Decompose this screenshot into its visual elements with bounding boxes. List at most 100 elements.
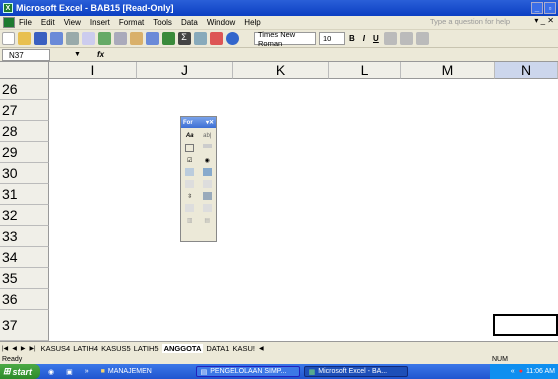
close-icon[interactable]: ▾✕ — [206, 119, 214, 126]
chevron-down-icon[interactable]: ▼ — [74, 51, 81, 58]
sheet-tab-latih4[interactable]: LATIH4 — [73, 344, 98, 353]
tab-next-icon[interactable]: ▶ — [21, 345, 26, 352]
combo-dropdown-icon[interactable] — [202, 180, 212, 188]
underline-button[interactable]: U — [373, 34, 379, 43]
row-header[interactable]: 30 — [0, 163, 49, 184]
active-cell-n37[interactable] — [493, 314, 558, 336]
minimize-button[interactable]: _ — [531, 2, 543, 14]
align-center-icon[interactable] — [400, 32, 414, 45]
row-header[interactable]: 29 — [0, 142, 49, 163]
print-icon[interactable] — [65, 32, 79, 45]
menu-help[interactable]: Help — [244, 18, 260, 27]
align-left-icon[interactable] — [384, 32, 398, 45]
help-icon[interactable] — [225, 32, 239, 45]
excel-app-icon[interactable]: X — [3, 3, 13, 13]
column-header-k[interactable]: K — [233, 62, 329, 79]
sort-icon[interactable] — [193, 32, 207, 45]
column-header-l[interactable]: L — [329, 62, 401, 79]
row-header[interactable]: 27 — [0, 100, 49, 121]
restore-button[interactable]: ▫ — [544, 2, 556, 14]
paste-icon[interactable] — [129, 32, 143, 45]
copy-icon[interactable] — [113, 32, 127, 45]
tab-first-icon[interactable]: |◀ — [2, 345, 8, 352]
menu-format[interactable]: Format — [119, 18, 144, 27]
list-box-icon[interactable] — [185, 168, 195, 176]
combo-list-icon[interactable] — [185, 180, 195, 188]
align-right-icon[interactable] — [416, 32, 430, 45]
row-header[interactable]: 37 — [0, 310, 49, 341]
workbook-controls[interactable]: ▾ _ ✕ — [534, 16, 554, 25]
row-header[interactable]: 31 — [0, 184, 49, 205]
name-box[interactable]: N37 — [2, 48, 50, 61]
menu-file[interactable]: File — [19, 18, 32, 27]
menu-window[interactable]: Window — [207, 18, 235, 27]
button-icon[interactable] — [202, 144, 212, 148]
save-icon[interactable] — [33, 32, 47, 45]
font-name-select[interactable]: Times New Roman — [254, 30, 316, 48]
horizontal-scroll-left[interactable]: ◀ — [259, 345, 264, 352]
hyperlink-icon[interactable] — [161, 32, 175, 45]
spinner-icon[interactable] — [202, 192, 212, 200]
chart-wizard-icon[interactable] — [209, 32, 223, 45]
bold-button[interactable]: B — [349, 34, 355, 43]
tray-alert-icon[interactable]: ● — [519, 368, 523, 375]
cell-grid[interactable] — [49, 79, 558, 341]
forms-toolbar[interactable]: For ▾✕ Aa ab| ☑ ◉ ⇳ ▥ ▤ — [180, 116, 217, 242]
sheet-tab-data1[interactable]: DATA1 — [206, 344, 229, 353]
sheet-tab-kasus4[interactable]: KASUS4 — [41, 344, 71, 353]
sheet-tab-latih5[interactable]: LATIH5 — [134, 344, 159, 353]
quick-launch-desktop-icon[interactable]: ▣ — [62, 366, 77, 377]
combo-box-icon[interactable] — [202, 168, 212, 176]
autosum-icon[interactable]: Σ — [177, 32, 191, 45]
quick-launch-ie-icon[interactable]: ◉ — [44, 366, 58, 377]
row-header[interactable]: 26 — [0, 79, 49, 100]
new-icon[interactable] — [1, 32, 15, 45]
row-header[interactable]: 35 — [0, 268, 49, 289]
group-box-icon[interactable] — [185, 144, 195, 152]
clock[interactable]: 11:06 AM — [526, 368, 555, 375]
sheet-tab-kasu[interactable]: KASU! — [232, 344, 255, 353]
taskbar-item-excel[interactable]: ▦ Microsoft Excel - BA... — [303, 366, 408, 377]
row-header[interactable]: 33 — [0, 226, 49, 247]
tab-prev-icon[interactable]: ◀ — [12, 345, 17, 352]
column-header-i[interactable]: I — [49, 62, 137, 79]
fx-icon[interactable]: fx — [97, 50, 104, 59]
sheet-tab-kasus5[interactable]: KASUS5 — [101, 344, 131, 353]
row-header[interactable]: 32 — [0, 205, 49, 226]
italic-button[interactable]: I — [363, 34, 365, 43]
menu-edit[interactable]: Edit — [41, 18, 55, 27]
font-size-select[interactable]: 10 — [319, 32, 345, 45]
control-properties-icon[interactable] — [185, 204, 195, 212]
taskbar-item-manajemen[interactable]: ■ MANAJEMEN — [97, 366, 182, 377]
start-button[interactable]: ⊞ start — [0, 364, 40, 379]
quick-launch-more-icon[interactable]: » — [81, 366, 93, 377]
tab-last-icon[interactable]: ▶| — [29, 345, 35, 352]
menu-view[interactable]: View — [64, 18, 81, 27]
column-header-m[interactable]: M — [401, 62, 495, 79]
column-header-j[interactable]: J — [137, 62, 233, 79]
toggle-grid-icon[interactable]: ▥ — [185, 216, 194, 224]
label-icon[interactable]: Aa — [185, 132, 194, 140]
open-icon[interactable] — [17, 32, 31, 45]
row-header[interactable]: 28 — [0, 121, 49, 142]
taskbar-item-pengelolaan[interactable]: ▤ PENGELOLAAN SIMP... — [195, 366, 300, 377]
sheet-tab-anggota[interactable]: ANGGOTA — [161, 343, 204, 353]
menu-insert[interactable]: Insert — [90, 18, 110, 27]
edit-code-icon[interactable] — [202, 204, 212, 212]
undo-icon[interactable] — [145, 32, 159, 45]
menu-tools[interactable]: Tools — [153, 18, 172, 27]
print-preview-icon[interactable] — [81, 32, 95, 45]
tray-expand-icon[interactable]: « — [511, 368, 515, 375]
option-button-icon[interactable]: ◉ — [203, 156, 212, 164]
checkbox-icon[interactable]: ☑ — [185, 156, 194, 164]
row-header[interactable]: 34 — [0, 247, 49, 268]
run-dialog-icon[interactable]: ▤ — [203, 216, 212, 224]
select-all-corner[interactable] — [0, 62, 49, 79]
menu-data[interactable]: Data — [181, 18, 198, 27]
forms-toolbar-titlebar[interactable]: For ▾✕ — [181, 117, 216, 128]
help-search-input[interactable]: Type a question for help — [430, 17, 510, 26]
workbook-icon[interactable] — [3, 17, 15, 28]
text-field-icon[interactable]: ab| — [203, 132, 212, 140]
permission-icon[interactable] — [49, 32, 63, 45]
column-header-n[interactable]: N — [495, 62, 558, 79]
